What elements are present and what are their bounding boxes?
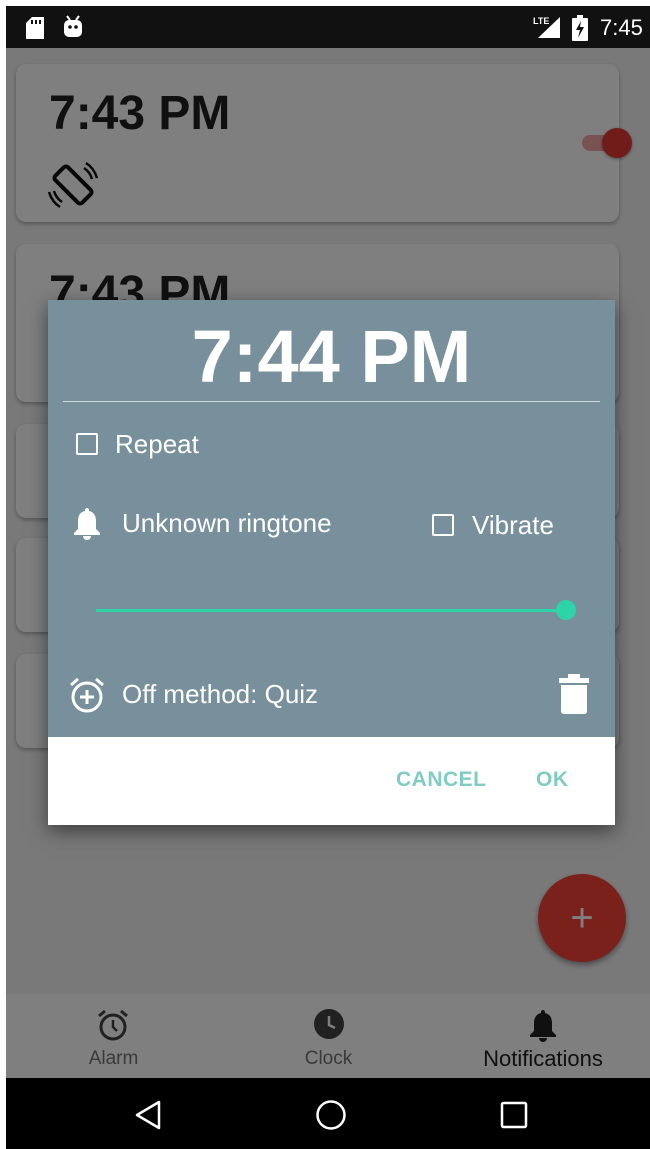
alarm-edit-dialog: 7:44 PM Repeat Unknown ringtone Vibrate … bbox=[48, 300, 615, 825]
dialog-time[interactable]: 7:44 PM bbox=[48, 314, 615, 399]
sd-card-icon bbox=[26, 17, 44, 44]
system-navigation-bar bbox=[6, 1078, 650, 1149]
cancel-button[interactable]: CANCEL bbox=[396, 768, 487, 792]
back-icon[interactable] bbox=[134, 1100, 162, 1149]
android-debug-icon bbox=[62, 15, 84, 44]
ok-button[interactable]: OK bbox=[536, 768, 569, 792]
dialog-header: 7:44 PM Repeat Unknown ringtone Vibrate … bbox=[48, 300, 615, 737]
home-icon[interactable] bbox=[315, 1099, 347, 1149]
svg-text:LTE: LTE bbox=[533, 16, 549, 26]
repeat-label[interactable]: Repeat bbox=[115, 429, 199, 460]
volume-slider-thumb[interactable] bbox=[556, 600, 576, 620]
alarm-add-icon bbox=[68, 676, 106, 719]
battery-charging-icon bbox=[572, 15, 588, 46]
vibrate-checkbox[interactable] bbox=[432, 514, 454, 536]
bell-icon bbox=[72, 506, 102, 545]
lte-signal-icon: LTE bbox=[532, 15, 562, 44]
dialog-divider bbox=[63, 401, 600, 402]
volume-slider-track[interactable] bbox=[96, 609, 566, 612]
repeat-checkbox[interactable] bbox=[76, 433, 98, 455]
recent-apps-icon[interactable] bbox=[500, 1101, 528, 1149]
delete-icon[interactable] bbox=[558, 674, 590, 719]
ringtone-selector[interactable]: Unknown ringtone bbox=[122, 508, 332, 539]
vibrate-label[interactable]: Vibrate bbox=[472, 510, 554, 541]
phone-screen: LTE 7:45 7:43 PM bbox=[6, 6, 650, 1149]
status-bar: LTE 7:45 bbox=[6, 6, 650, 48]
off-method-selector[interactable]: Off method: Quiz bbox=[122, 679, 318, 710]
status-time: 7:45 bbox=[600, 15, 643, 40]
